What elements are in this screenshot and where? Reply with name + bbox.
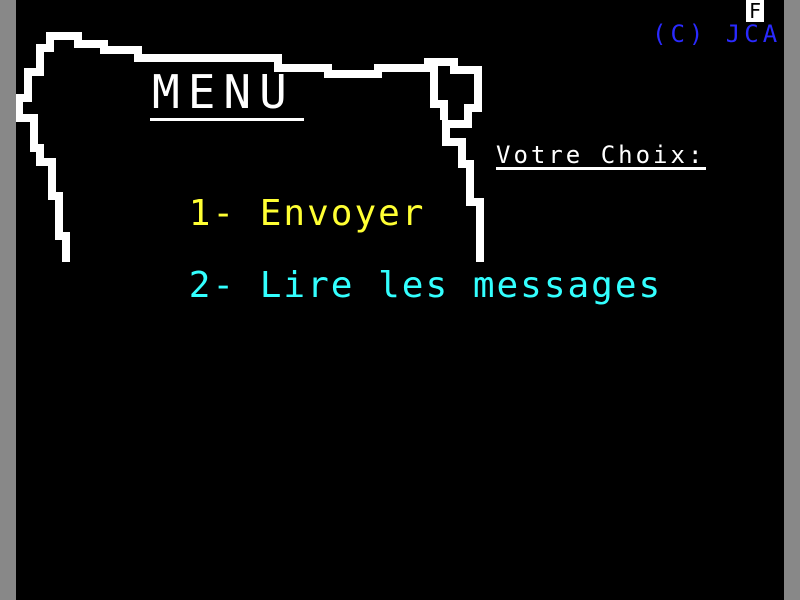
menu-item-number: 2- [188, 265, 237, 306]
choice-prompt-underline [496, 167, 706, 170]
minitel-screen: (C) JCA F MENU 1- Envoyer 2- Lire les me… [16, 0, 784, 600]
menu-item-read-messages[interactable]: 2- Lire les messages [94, 220, 662, 352]
status-flag-indicator: F [746, 0, 764, 22]
menu-title-underline [150, 118, 304, 121]
menu-item-label: Lire les messages [259, 265, 663, 306]
menu-title: MENU [152, 65, 295, 119]
copyright-label: (C) JCA [652, 20, 782, 48]
choice-prompt-label: Votre Choix: [496, 141, 706, 169]
choice-input[interactable] [712, 142, 778, 168]
